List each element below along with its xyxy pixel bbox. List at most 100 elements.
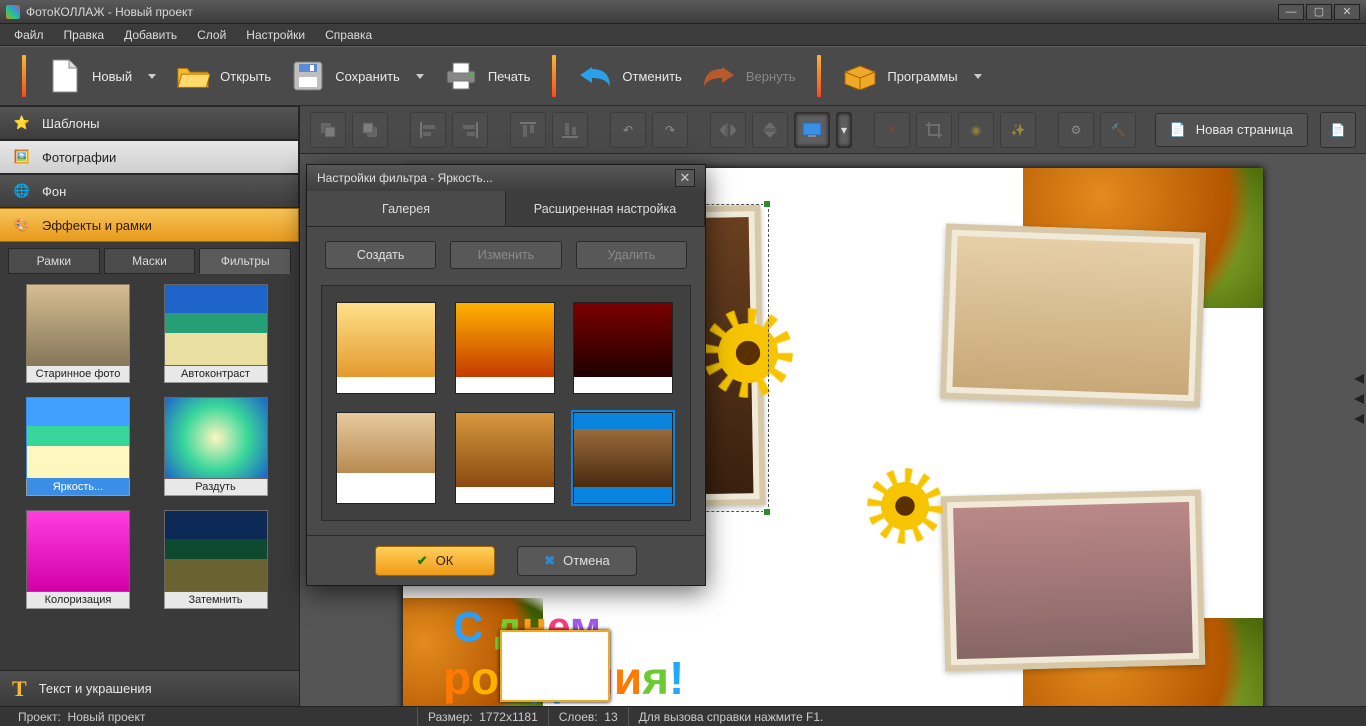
caret-icon — [974, 74, 982, 79]
wand-icon[interactable]: ✨ — [1000, 112, 1036, 148]
accordion-templates[interactable]: ⭐ Шаблоны — [0, 106, 299, 140]
printer-icon — [444, 59, 478, 93]
align-right-icon[interactable] — [452, 112, 488, 148]
gallery-preset[interactable] — [336, 412, 436, 504]
save-button[interactable]: Сохранить — [281, 55, 434, 97]
gallery-preset[interactable] — [336, 302, 436, 394]
caret-icon — [148, 74, 156, 79]
flip-h-icon[interactable] — [710, 112, 746, 148]
filter-settings-dialog: Настройки фильтра - Яркость... ✕ Галерея… — [306, 164, 706, 586]
sunflower-decoration — [877, 478, 933, 534]
gallery-preset-selected[interactable] — [573, 412, 673, 504]
dialog-tab-gallery[interactable]: Галерея — [307, 191, 506, 226]
dialog-create-button[interactable]: Создать — [325, 241, 436, 269]
print-button[interactable]: Печать — [434, 55, 541, 97]
menu-help[interactable]: Справка — [315, 25, 382, 45]
print-label: Печать — [488, 69, 531, 84]
align-bottom-icon[interactable] — [552, 112, 588, 148]
accordion-photos[interactable]: 🖼️ Фотографии — [0, 140, 299, 174]
flip-v-icon[interactable] — [752, 112, 788, 148]
crop-icon[interactable] — [916, 112, 952, 148]
subtab-filters[interactable]: Фильтры — [199, 248, 291, 274]
filter-darken[interactable]: Затемнить — [164, 510, 268, 609]
subtab-masks[interactable]: Маски — [104, 248, 196, 274]
status-size: Размер: 1772x1181 — [418, 707, 549, 726]
new-button[interactable]: Новый — [38, 55, 166, 97]
menu-file[interactable]: Файл — [4, 25, 54, 45]
photo-frame[interactable] — [941, 490, 1205, 672]
globe-icon: 🌐 — [12, 181, 32, 201]
dialog-tab-advanced[interactable]: Расширенная настройка — [506, 191, 705, 226]
dialog-cancel-button[interactable]: ✖ Отмена — [517, 546, 637, 576]
delete-icon[interactable]: ✕ — [874, 112, 910, 148]
subtab-frames[interactable]: Рамки — [8, 248, 100, 274]
toolbar-separator — [552, 55, 556, 97]
status-project: Проект: Новый проект — [8, 707, 418, 726]
maximize-button[interactable]: ▢ — [1306, 4, 1332, 20]
new-file-icon — [48, 59, 82, 93]
hammer-icon[interactable]: 🔨 — [1100, 112, 1136, 148]
filter-bulge[interactable]: Раздуть — [164, 397, 268, 496]
toolbar-separator — [22, 55, 26, 97]
filter-colorize[interactable]: Колоризация — [26, 510, 130, 609]
gallery-preset[interactable] — [455, 302, 555, 394]
menu-add[interactable]: Добавить — [114, 25, 187, 45]
menu-edit[interactable]: Правка — [54, 25, 115, 45]
ruler-marker-icon — [1354, 394, 1364, 404]
filter-old-photo[interactable]: Старинное фото — [26, 284, 130, 383]
fit-screen-icon[interactable] — [794, 112, 830, 148]
fit-dropdown-icon[interactable]: ▾ — [836, 112, 852, 148]
send-backward-icon[interactable] — [352, 112, 388, 148]
dialog-close-button[interactable]: ✕ — [675, 169, 695, 187]
selection-handle[interactable] — [763, 508, 771, 516]
text-decorations-strip[interactable]: T Текст и украшения — [0, 670, 299, 706]
side-panel: ⭐ Шаблоны 🖼️ Фотографии 🌐 Фон 🎨 Эффекты … — [0, 106, 300, 706]
menubar: Файл Правка Добавить Слой Настройки Спра… — [0, 24, 1366, 46]
main-toolbar: Новый Открыть Сохранить Печать Отменить … — [0, 46, 1366, 106]
undo-button[interactable]: Отменить — [568, 55, 691, 97]
programs-button[interactable]: Программы — [833, 55, 991, 97]
undo-label: Отменить — [622, 69, 681, 84]
align-top-icon[interactable] — [510, 112, 546, 148]
color-icon[interactable]: ◉ — [958, 112, 994, 148]
titlebar: ФотоКОЛЛАЖ - Новый проект — ▢ ✕ — [0, 0, 1366, 24]
open-label: Открыть — [220, 69, 271, 84]
menu-settings[interactable]: Настройки — [236, 25, 315, 45]
close-button[interactable]: ✕ — [1334, 4, 1360, 20]
page-thumbnail[interactable] — [500, 630, 610, 702]
photo-frame[interactable] — [940, 224, 1206, 408]
filter-brightness[interactable]: Яркость... — [26, 397, 130, 496]
redo-button[interactable]: Вернуть — [692, 55, 806, 97]
dialog-titlebar[interactable]: Настройки фильтра - Яркость... ✕ — [307, 165, 705, 191]
accordion-templates-label: Шаблоны — [42, 116, 100, 131]
bring-forward-icon[interactable] — [310, 112, 346, 148]
accordion-background[interactable]: 🌐 Фон — [0, 174, 299, 208]
minimize-button[interactable]: — — [1278, 4, 1304, 20]
ruler-marker-icon — [1354, 374, 1364, 384]
status-layers: Слоев: 13 — [549, 707, 629, 726]
statusbar: Проект: Новый проект Размер: 1772x1181 С… — [0, 706, 1366, 726]
gallery-preset[interactable] — [573, 302, 673, 394]
open-button[interactable]: Открыть — [166, 55, 281, 97]
accordion-effects[interactable]: 🎨 Эффекты и рамки — [0, 208, 299, 242]
caret-icon — [416, 74, 424, 79]
menu-layer[interactable]: Слой — [187, 25, 236, 45]
redo-label: Вернуть — [746, 69, 796, 84]
undo-icon — [578, 59, 612, 93]
rotate-left-icon[interactable]: ↶ — [610, 112, 646, 148]
rotate-right-icon[interactable]: ↷ — [652, 112, 688, 148]
dialog-edit-button[interactable]: Изменить — [450, 241, 561, 269]
selection-handle[interactable] — [763, 200, 771, 208]
filter-autocontrast[interactable]: Автоконтраст — [164, 284, 268, 383]
save-label: Сохранить — [335, 69, 400, 84]
dialog-ok-button[interactable]: ✔ ОК — [375, 546, 495, 576]
effects-panel: Рамки Маски Фильтры Старинное фото Авток… — [0, 242, 299, 670]
gallery-preset[interactable] — [455, 412, 555, 504]
new-page-button[interactable]: 📄 Новая страница — [1155, 113, 1308, 147]
accordion-effects-label: Эффекты и рамки — [42, 218, 152, 233]
gear-icon[interactable]: ⚙ — [1058, 112, 1094, 148]
dialog-delete-button[interactable]: Удалить — [576, 241, 687, 269]
text-icon: T — [12, 676, 27, 702]
align-left-icon[interactable] — [410, 112, 446, 148]
page-settings-icon[interactable]: 📄 — [1320, 112, 1356, 148]
